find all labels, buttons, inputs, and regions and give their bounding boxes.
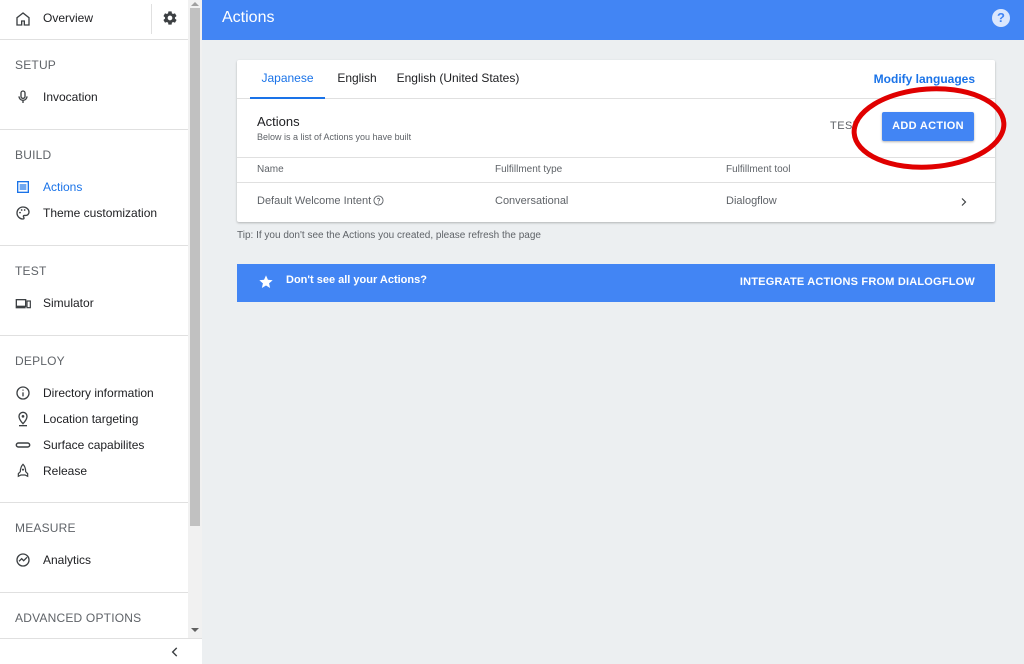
integrate-banner: Don't see all your Actions? INTEGRATE AC… — [237, 264, 995, 302]
section-test: TEST Simulator — [0, 246, 188, 336]
column-header-name: Name — [257, 164, 284, 175]
mic-icon — [18, 90, 28, 103]
chevron-left-icon[interactable] — [168, 645, 182, 659]
sidebar-item-overview[interactable]: Overview — [0, 0, 188, 40]
divider — [151, 4, 152, 34]
actions-card: Japanese English English (United States)… — [237, 60, 995, 222]
scroll-up-arrow-icon[interactable] — [191, 2, 199, 6]
info-icon — [16, 386, 30, 400]
section-title: MEASURE — [15, 521, 76, 535]
integrate-dialogflow-button[interactable]: INTEGRATE ACTIONS FROM DIALOGFLOW — [740, 276, 975, 288]
tab-english[interactable]: English — [329, 60, 385, 99]
sidebar-item-surface-capabilites[interactable]: Surface capabilites — [0, 432, 188, 458]
sidebar-item-label: Location targeting — [43, 412, 139, 426]
section-deploy: DEPLOY Directory information Location ta… — [0, 336, 188, 503]
sidebar-item-label: Overview — [43, 11, 94, 25]
table-row[interactable]: Default Welcome Intent Conversational Di… — [237, 184, 995, 222]
sidebar-item-release[interactable]: Release — [0, 458, 188, 484]
location-pin-icon — [18, 411, 28, 427]
sidebar-item-invocation[interactable]: Invocation — [0, 84, 188, 110]
tip-text: Tip: If you don't see the Actions you cr… — [237, 230, 541, 241]
sidebar-item-directory-information[interactable]: Directory information — [0, 380, 188, 406]
test-button[interactable]: TEST — [830, 120, 860, 132]
actions-list-title: Actions — [257, 114, 300, 129]
fulfillment-type: Conversational — [495, 195, 569, 207]
sidebar-item-label: Surface capabilites — [43, 438, 145, 452]
palette-icon — [16, 206, 30, 220]
actions-list-header: Actions Below is a list of Actions you h… — [237, 100, 995, 158]
section-measure: MEASURE Analytics — [0, 503, 188, 593]
sidebar-item-location-targeting[interactable]: Location targeting — [0, 406, 188, 432]
section-advanced-options[interactable]: ADVANCED OPTIONS — [0, 593, 188, 638]
add-action-button[interactable]: ADD ACTION — [882, 112, 974, 141]
tab-english-united-states[interactable]: English (United States) — [393, 60, 523, 99]
gear-icon[interactable] — [162, 10, 178, 26]
section-title: SETUP — [15, 58, 57, 72]
sidebar-item-label: Actions — [43, 180, 83, 194]
chevron-right-icon[interactable] — [959, 196, 969, 208]
devices-icon — [15, 299, 31, 309]
sidebar-item-label: Invocation — [43, 90, 98, 104]
home-icon — [16, 12, 30, 26]
sidebar-scroll: Overview SETUP Invocation BUILD Actions … — [0, 0, 188, 638]
sidebar-item-analytics[interactable]: Analytics — [0, 547, 188, 573]
column-header-fulfillment-tool: Fulfillment tool — [726, 164, 791, 175]
action-name: Default Welcome Intent — [257, 195, 372, 207]
actions-list-subtitle: Below is a list of Actions you have buil… — [257, 132, 412, 142]
tab-japanese[interactable]: Japanese — [250, 60, 325, 99]
scroll-down-arrow-icon[interactable] — [191, 628, 199, 632]
sidebar-item-label: Release — [43, 464, 88, 478]
sidebar-item-label: Theme customization — [43, 206, 158, 220]
banner-message: Don't see all your Actions? — [286, 274, 427, 286]
analytics-icon — [16, 553, 30, 567]
section-title: TEST — [15, 264, 47, 278]
section-setup: SETUP Invocation — [0, 40, 188, 130]
sidebar-item-label: Analytics — [43, 553, 92, 567]
fulfillment-tool: Dialogflow — [726, 195, 777, 207]
surface-icon — [15, 442, 31, 448]
section-title: DEPLOY — [15, 354, 65, 368]
page-title: Actions — [222, 9, 275, 26]
section-build: BUILD Actions Theme customization — [0, 130, 188, 246]
help-icon[interactable]: ? — [992, 9, 1010, 27]
sidebar: Overview SETUP Invocation BUILD Actions … — [0, 0, 202, 664]
section-title: BUILD — [15, 148, 52, 162]
sidebar-item-theme-customization[interactable]: Theme customization — [0, 200, 188, 226]
rocket-icon — [17, 463, 29, 478]
modify-languages-link[interactable]: Modify languages — [874, 72, 975, 86]
star-icon — [259, 275, 273, 288]
list-icon — [17, 181, 29, 193]
section-title: ADVANCED OPTIONS — [15, 611, 142, 625]
column-header-fulfillment-type: Fulfillment type — [495, 164, 563, 175]
table-header: Name Fulfillment type Fulfillment tool — [237, 159, 995, 183]
sidebar-scrollbar-thumb[interactable] — [190, 8, 200, 526]
sidebar-collapse-bar — [0, 638, 202, 664]
sidebar-item-label: Directory information — [43, 386, 154, 400]
language-tabs: Japanese English English (United States)… — [237, 60, 995, 99]
help-circle-icon[interactable] — [373, 195, 384, 206]
top-app-bar: Actions ? — [202, 0, 1024, 40]
sidebar-item-actions[interactable]: Actions — [0, 174, 188, 200]
sidebar-item-simulator[interactable]: Simulator — [0, 290, 188, 316]
sidebar-item-label: Simulator — [43, 296, 94, 310]
